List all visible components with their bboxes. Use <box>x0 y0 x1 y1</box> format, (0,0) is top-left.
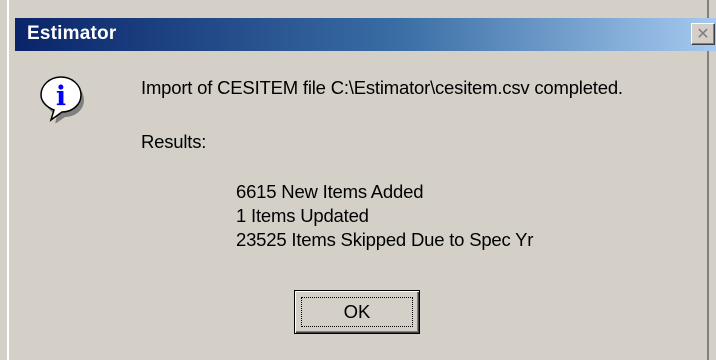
result-new-items: 6615 New Items Added <box>236 181 424 202</box>
title-bar[interactable]: Estimator ✕ <box>15 18 716 51</box>
results-label: Results: <box>141 131 207 152</box>
information-icon-glyph: i <box>56 81 66 112</box>
window-title: Estimator <box>27 23 117 44</box>
import-message: Import of CESITEM file C:\Estimator\cesi… <box>141 77 623 98</box>
results-list: 6615 New Items Added 1 Items Updated 235… <box>236 180 533 252</box>
information-icon: i <box>40 76 84 123</box>
close-icon: ✕ <box>696 24 710 43</box>
message-dialog: Estimator ✕ i Import of CESITEM file C:\… <box>0 0 716 360</box>
ok-button-label: OK <box>301 297 413 327</box>
ok-button[interactable]: OK <box>294 290 420 334</box>
close-button[interactable]: ✕ <box>691 23 715 45</box>
result-updated-items: 1 Items Updated <box>236 205 369 226</box>
result-skipped-items: 23525 Items Skipped Due to Spec Yr <box>236 229 534 250</box>
